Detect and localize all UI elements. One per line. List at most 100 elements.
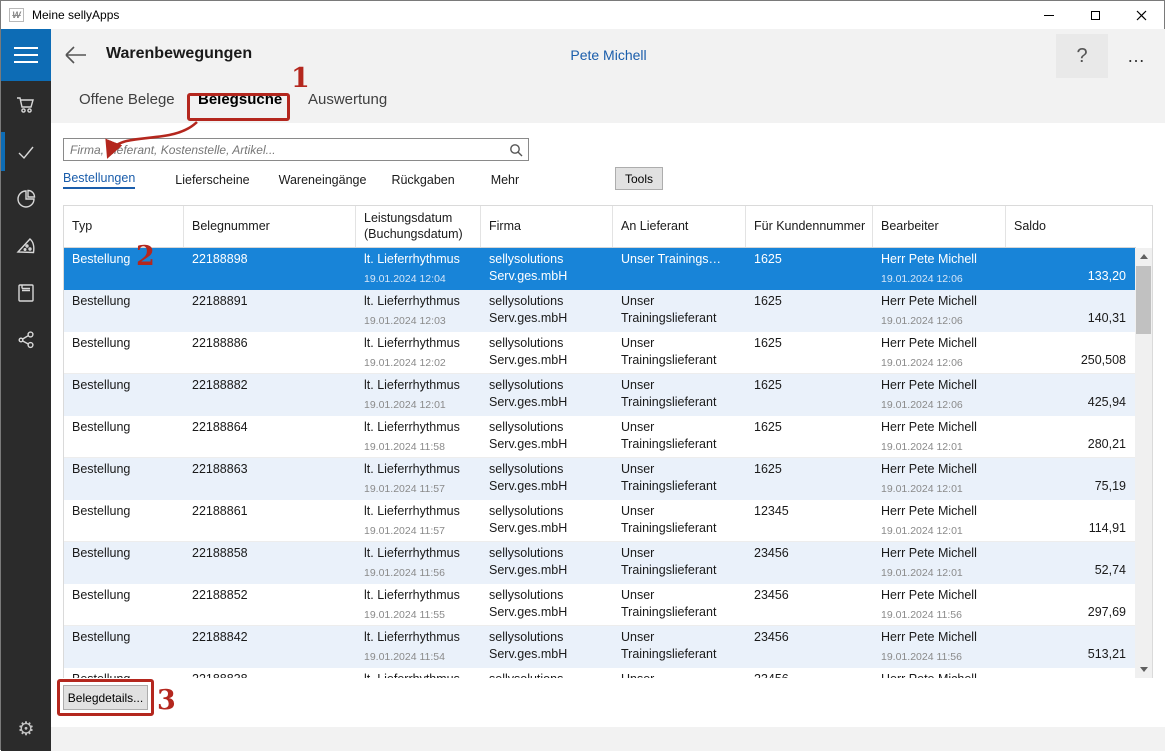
cell-bearbeiter: Herr Pete Michell19.01.2024 12:06 — [873, 332, 1006, 373]
cell-bearbeiter: Herr Pete Michell19.01.2024 12:01 — [873, 500, 1006, 541]
close-icon — [1136, 10, 1147, 21]
cell-kundennummer: 1625 — [746, 248, 873, 289]
col-kundennummer[interactable]: Für Kundennummer — [746, 206, 873, 247]
cell-belegnummer: 22188891 — [184, 290, 356, 331]
cell-kundennummer: 23456 — [746, 584, 873, 625]
cell-bearbeiter: Herr Pete Michell19.01.2024 12:01 — [873, 458, 1006, 499]
cell-lieferant: UnserTrainingslieferant — [613, 290, 746, 331]
filter-bestellungen[interactable]: Bestellungen — [63, 171, 135, 189]
tools-button[interactable]: Tools — [615, 167, 663, 190]
help-icon: ? — [1076, 45, 1087, 68]
col-typ[interactable]: Typ — [64, 206, 184, 247]
more-options-button[interactable]: … — [1114, 34, 1158, 78]
cell-typ: Bestellung — [64, 374, 184, 415]
col-saldo[interactable]: Saldo — [1006, 206, 1136, 247]
cell-saldo: 297,69 — [1006, 584, 1136, 625]
current-user[interactable]: Pete Michell — [51, 47, 1165, 63]
cell-bearbeiter: Herr Pete Michell — [873, 668, 1006, 678]
cell-typ: Bestellung — [64, 248, 184, 289]
cell-lieferant: UnserTrainingslieferant — [613, 458, 746, 499]
cell-firma: sellysolutionsServ.ges.mbH — [481, 458, 613, 499]
cell-leistungsdatum: lt. Lieferrhythmus19.01.2024 11:54 — [356, 626, 481, 667]
table-row[interactable]: Bestellung 22188861 lt. Lieferrhythmus19… — [64, 500, 1136, 542]
sidebar-item-journal[interactable] — [1, 269, 51, 316]
scroll-up-icon[interactable] — [1135, 248, 1152, 265]
cell-belegnummer: 22188898 — [184, 248, 356, 289]
search-button[interactable] — [504, 143, 528, 157]
filter-wareneingaenge[interactable]: Wareneingänge — [279, 173, 367, 187]
table-row[interactable]: Bestellung 22188898 lt. Lieferrhythmus19… — [64, 248, 1136, 290]
col-belegnummer[interactable]: Belegnummer — [184, 206, 356, 247]
table-row[interactable]: Bestellung 22188858 lt. Lieferrhythmus19… — [64, 542, 1136, 584]
table-row[interactable]: Bestellung 22188838 lt. Lieferrhythmus s… — [64, 668, 1136, 678]
sidebar-item-orders[interactable] — [1, 128, 51, 175]
filter-rueckgaben[interactable]: Rückgaben — [391, 173, 454, 187]
page-header: Warenbewegungen Pete Michell ? … — [51, 29, 1165, 81]
search-input[interactable] — [64, 143, 504, 157]
filter-lieferscheine[interactable]: Lieferscheine — [175, 173, 249, 187]
hamburger-menu-button[interactable] — [1, 29, 51, 81]
scrollbar-thumb[interactable] — [1136, 266, 1151, 334]
table-scrollbar[interactable] — [1135, 248, 1152, 678]
minimize-icon — [1044, 15, 1054, 16]
cell-firma: sellysolutionsServ.ges.mbH — [481, 290, 613, 331]
cell-typ: Bestellung — [64, 542, 184, 583]
col-firma[interactable]: Firma — [481, 206, 613, 247]
col-bearbeiter[interactable]: Bearbeiter — [873, 206, 1006, 247]
table-row[interactable]: Bestellung 22188863 lt. Lieferrhythmus19… — [64, 458, 1136, 500]
table-row[interactable]: Bestellung 22188882 lt. Lieferrhythmus19… — [64, 374, 1136, 416]
window-title: Meine sellyApps — [32, 8, 119, 22]
cell-kundennummer: 1625 — [746, 458, 873, 499]
tab-offene-belege[interactable]: Offene Belege — [79, 91, 175, 108]
cell-bearbeiter: Herr Pete Michell19.01.2024 12:01 — [873, 542, 1006, 583]
maximize-button[interactable] — [1072, 1, 1118, 29]
cell-saldo — [1006, 668, 1136, 678]
cell-saldo: 140,31 — [1006, 290, 1136, 331]
filter-mehr[interactable]: Mehr — [491, 173, 519, 187]
cell-leistungsdatum: lt. Lieferrhythmus19.01.2024 11:56 — [356, 542, 481, 583]
sidebar-item-statistics[interactable] — [1, 175, 51, 222]
search-icon — [509, 143, 523, 157]
cell-typ: Bestellung — [64, 668, 184, 678]
cell-saldo: 425,94 — [1006, 374, 1136, 415]
cell-lieferant: UnserTrainingslieferant — [613, 500, 746, 541]
scroll-down-icon[interactable] — [1135, 661, 1152, 678]
cell-leistungsdatum: lt. Lieferrhythmus19.01.2024 11:57 — [356, 458, 481, 499]
tab-belegsuche[interactable]: Belegsuche — [198, 91, 282, 108]
belegdetails-button[interactable]: Belegdetails... — [63, 685, 148, 710]
col-an-lieferant[interactable]: An Lieferant — [613, 206, 746, 247]
sidebar: ⚙ — [1, 29, 51, 751]
col-leistungsdatum[interactable]: Leistungsdatum (Buchungsdatum) — [356, 206, 481, 247]
minimize-button[interactable] — [1026, 1, 1072, 29]
cell-firma: sellysolutionsServ.ges.mbH — [481, 416, 613, 457]
close-button[interactable] — [1118, 1, 1164, 29]
cell-belegnummer: 22188864 — [184, 416, 356, 457]
table-row[interactable]: Bestellung 22188864 lt. Lieferrhythmus19… — [64, 416, 1136, 458]
checkmark-icon — [15, 141, 37, 163]
menu-icon — [14, 47, 38, 49]
cell-leistungsdatum: lt. Lieferrhythmus19.01.2024 11:57 — [356, 500, 481, 541]
cell-leistungsdatum: lt. Lieferrhythmus19.01.2024 11:55 — [356, 584, 481, 625]
sidebar-item-catalog[interactable] — [1, 222, 51, 269]
cell-saldo: 250,508 — [1006, 332, 1136, 373]
cell-typ: Bestellung — [64, 416, 184, 457]
table-row[interactable]: Bestellung 22188842 lt. Lieferrhythmus19… — [64, 626, 1136, 668]
table-row[interactable]: Bestellung 22188852 lt. Lieferrhythmus19… — [64, 584, 1136, 626]
cell-kundennummer: 1625 — [746, 290, 873, 331]
cell-kundennummer: 1625 — [746, 332, 873, 373]
cell-saldo: 75,19 — [1006, 458, 1136, 499]
share-icon — [15, 329, 37, 351]
tab-auswertung[interactable]: Auswertung — [308, 91, 387, 108]
sidebar-item-cart[interactable] — [1, 81, 51, 128]
help-button[interactable]: ? — [1056, 34, 1108, 78]
cell-firma: sellysolutionsServ.ges.mbH — [481, 374, 613, 415]
gear-icon: ⚙ — [17, 718, 34, 741]
table-row[interactable]: Bestellung 22188891 lt. Lieferrhythmus19… — [64, 290, 1136, 332]
cell-kundennummer: 23456 — [746, 626, 873, 667]
maximize-icon — [1091, 11, 1100, 20]
settings-button[interactable]: ⚙ — [1, 709, 51, 749]
sidebar-item-network[interactable] — [1, 316, 51, 363]
cell-firma: sellysolutionsServ.ges.mbH — [481, 332, 613, 373]
cell-typ: Bestellung — [64, 458, 184, 499]
table-row[interactable]: Bestellung 22188886 lt. Lieferrhythmus19… — [64, 332, 1136, 374]
